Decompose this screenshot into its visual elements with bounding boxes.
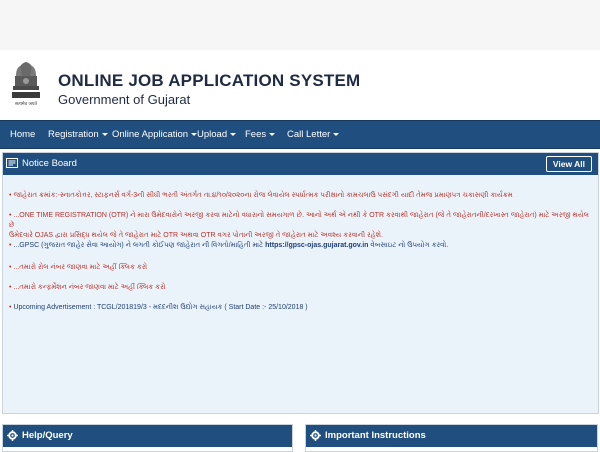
- important-instructions-header[interactable]: Important Instructions: [306, 425, 597, 447]
- notice-board-header: Notice Board View All: [3, 153, 598, 175]
- notice-text: ...GPSC (ગુજરાત જાહેર સેવા આયોગ) ને લગતી…: [13, 242, 264, 249]
- gear-icon: [7, 430, 18, 441]
- notice-text: Upcoming Advertisement : TCGL/201819/3 -…: [13, 304, 308, 311]
- nav-call-letter[interactable]: Call Letter: [287, 121, 340, 148]
- notice-text: જાહેરાત ક્રમાંક:-સ્નાતકોત્તર, સ્ટાફનર્સ …: [13, 192, 513, 199]
- help-query-title: Help/Query: [22, 430, 73, 441]
- nav-fees[interactable]: Fees: [245, 121, 276, 148]
- nav-home-label: Home: [10, 129, 36, 140]
- chevron-down-icon: [101, 132, 108, 136]
- settings-icon: [310, 430, 321, 441]
- chevron-down-icon: [230, 132, 237, 136]
- nav-upload[interactable]: Upload: [197, 121, 237, 148]
- nav-online-application[interactable]: Online Application: [112, 121, 198, 148]
- notice-item[interactable]: • જાહેરાત ક્રમાંક:-સ્નાતકોત્તર, સ્ટાફનર્સ…: [9, 191, 592, 201]
- roll-number-link[interactable]: • ...તમારો રોલ નંબર જાણવા માટે અહીં ક્લિક…: [9, 263, 592, 273]
- nav-fees-label: Fees: [245, 129, 267, 140]
- notice-board-icon: [6, 158, 18, 168]
- main-navbar: Home Registration Online Application Upl…: [0, 120, 600, 149]
- notice-text-continued: ઉમેદવારે OJAS દ્વારા પ્રસિદ્ધ થયેલ જે તે…: [9, 232, 383, 239]
- help-query-panel: Help/Query: [2, 424, 293, 452]
- notice-board-title: Notice Board: [22, 158, 77, 169]
- notice-text: ...તમારો રોલ નંબર જાણવા માટે અહીં ક્લિક …: [13, 264, 148, 271]
- help-query-header[interactable]: Help/Query: [3, 425, 292, 447]
- important-instructions-panel: Important Instructions: [305, 424, 598, 452]
- notice-list: • જાહેરાત ક્રમાંક:-સ્નાતકોત્તર, સ્ટાફનર્સ…: [3, 175, 598, 413]
- site-subtitle: Government of Gujarat: [58, 92, 191, 107]
- notice-item[interactable]: • ...ONE TIME REGISTRATION (OTR) ને મારા …: [9, 211, 592, 241]
- nav-home[interactable]: Home: [10, 121, 35, 148]
- nav-online-application-label: Online Application: [112, 129, 189, 140]
- notice-item[interactable]: • ...GPSC (ગુજરાત જાહેર સેવા આયોગ) ને લગત…: [9, 241, 592, 251]
- notice-text-after: વેબસાઇટ નો ઉપયોગ કરવો.: [370, 242, 449, 249]
- nav-call-letter-label: Call Letter: [287, 129, 331, 140]
- site-title: ONLINE JOB APPLICATION SYSTEM: [58, 71, 361, 90]
- notice-text: ...તમારો કન્ફર્મેશન નંબર જાણવા માટે અહીં…: [13, 284, 166, 291]
- chevron-down-icon: [333, 132, 340, 136]
- chevron-down-icon: [269, 132, 276, 136]
- nav-registration[interactable]: Registration: [48, 121, 108, 148]
- important-instructions-title: Important Instructions: [325, 430, 426, 441]
- upcoming-advertisement[interactable]: • Upcoming Advertisement : TCGL/201819/3 …: [9, 303, 592, 313]
- emblem-caption: सत्यमेव जयते: [15, 100, 38, 107]
- notice-board-panel: Notice Board View All • જાહેરાત ક્રમાંક:-…: [2, 152, 599, 414]
- confirmation-number-link[interactable]: • ...તમારો કન્ફર્મેશન નંબર જાણવા માટે અહી…: [9, 283, 592, 293]
- nav-upload-label: Upload: [197, 129, 228, 140]
- gpsc-website-link[interactable]: https://gpsc-ojas.gujarat.gov.in: [265, 242, 368, 249]
- notice-text: ...ONE TIME REGISTRATION (OTR) ને મારા ઉ…: [9, 212, 589, 229]
- top-strip: [0, 0, 600, 50]
- view-all-button[interactable]: View All: [545, 156, 592, 172]
- nav-registration-label: Registration: [48, 129, 99, 140]
- national-emblem-logo: सत्यमेव जयते: [12, 62, 40, 107]
